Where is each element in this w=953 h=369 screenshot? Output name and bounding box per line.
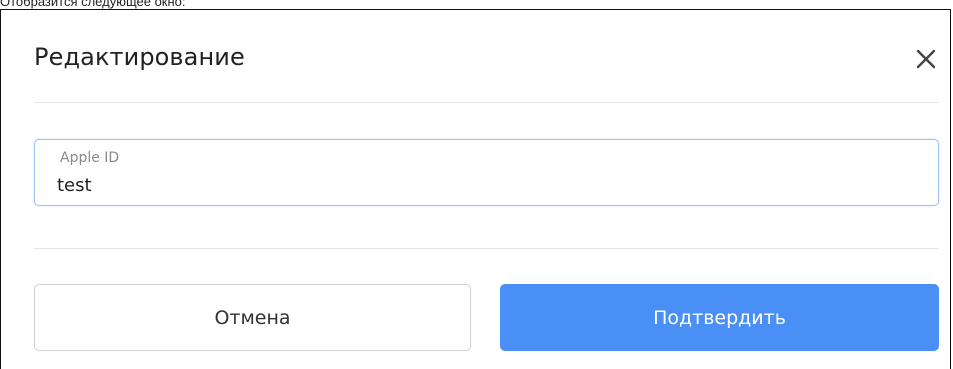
apple-id-input[interactable]	[57, 173, 917, 197]
close-icon	[916, 49, 936, 69]
edit-dialog: Редактирование Apple ID Отмена Подтверди…	[0, 9, 951, 369]
document-caption: Отобразится следующее окно:	[0, 0, 186, 9]
header-divider	[34, 102, 939, 103]
confirm-button[interactable]: Подтвердить	[500, 284, 939, 351]
apple-id-field[interactable]: Apple ID	[34, 139, 939, 206]
cancel-button[interactable]: Отмена	[34, 284, 471, 351]
close-button[interactable]	[915, 48, 937, 70]
footer-divider	[34, 248, 939, 249]
apple-id-label: Apple ID	[60, 150, 120, 166]
dialog-title: Редактирование	[34, 43, 245, 71]
